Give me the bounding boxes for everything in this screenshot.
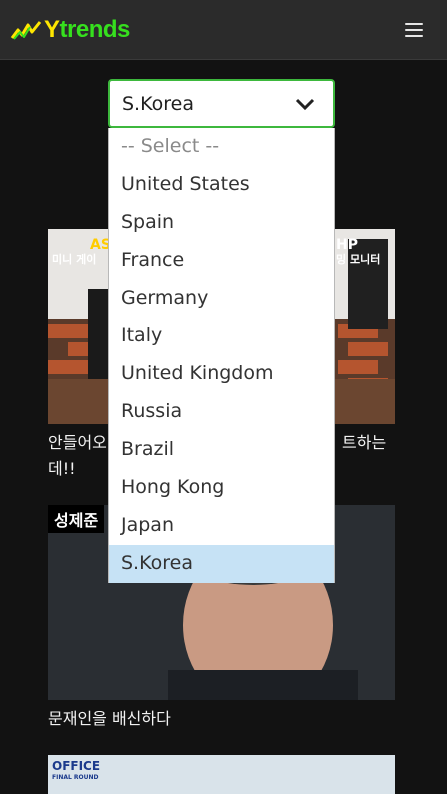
site-logo[interactable]: Ytrends: [10, 14, 130, 46]
menu-bar: [405, 23, 423, 25]
dropdown-option[interactable]: Germany: [109, 280, 334, 318]
thumbnail-text: 밍 모니터: [336, 253, 381, 266]
thumbnail-subtext: FINAL ROUND: [52, 774, 99, 781]
menu-bar: [405, 29, 423, 31]
dropdown-option[interactable]: France: [109, 242, 334, 280]
trend-zigzag-icon: [10, 21, 42, 40]
logo-letter-y: Y: [44, 16, 60, 43]
thumbnail-text: OFFICE: [52, 759, 101, 773]
country-select[interactable]: S.Korea: [108, 79, 335, 128]
video-title-line2: 데!!: [48, 459, 76, 478]
country-select-value: S.Korea: [122, 93, 194, 115]
thumbnail-text: 성제준: [48, 505, 105, 533]
dropdown-option[interactable]: Japan: [109, 507, 334, 545]
country-dropdown-list[interactable]: -- Select -- United States Spain France …: [108, 128, 335, 583]
chevron-down-icon: [295, 98, 315, 111]
dropdown-option[interactable]: Spain: [109, 204, 334, 242]
dropdown-option[interactable]: -- Select --: [109, 128, 334, 166]
dropdown-option[interactable]: Hong Kong: [109, 469, 334, 507]
logo-word: trends: [59, 16, 131, 43]
top-navbar: Ytrends: [0, 0, 447, 60]
dropdown-option[interactable]: United States: [109, 166, 334, 204]
dropdown-option[interactable]: Russia: [109, 393, 334, 431]
hamburger-menu-button[interactable]: [403, 21, 425, 39]
dropdown-option[interactable]: United Kingdom: [109, 355, 334, 393]
video-title[interactable]: 문재인을 배신하다: [48, 706, 398, 732]
dropdown-option[interactable]: Italy: [109, 317, 334, 355]
dropdown-option[interactable]: Brazil: [109, 431, 334, 469]
dropdown-option-selected[interactable]: S.Korea: [109, 544, 334, 583]
video-thumbnail[interactable]: OFFICE FINAL ROUND: [48, 755, 395, 794]
logo-text: Ytrends: [44, 16, 130, 44]
thumbnail-text: 미니 게이: [52, 253, 97, 266]
video-title-right: 트하는: [342, 433, 387, 452]
video-title-left: 안들어오: [48, 433, 107, 452]
menu-bar: [405, 35, 423, 37]
